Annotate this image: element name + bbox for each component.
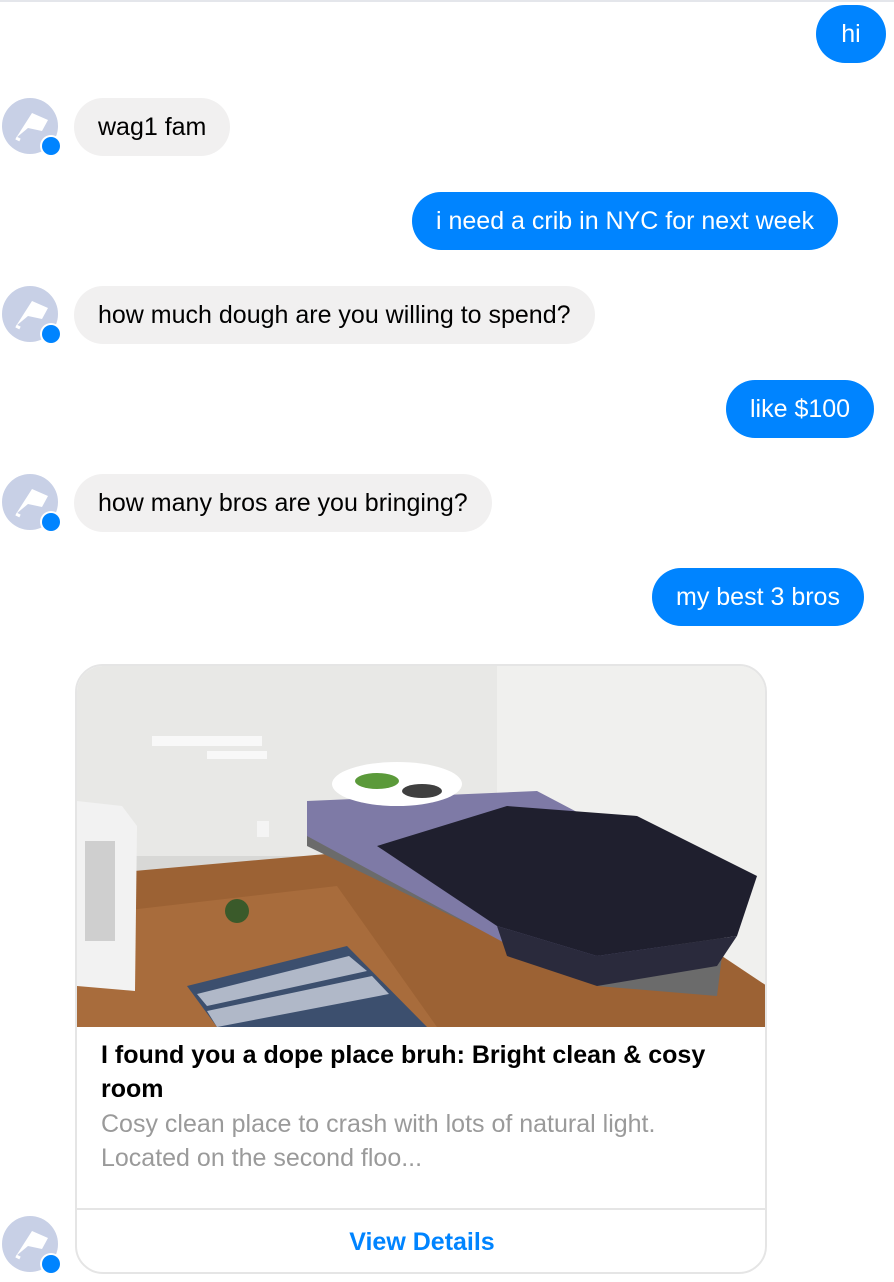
bot-avatar[interactable] xyxy=(2,474,62,533)
message-bubble-incoming[interactable]: wag1 fam xyxy=(74,98,231,156)
card-title: I found you a dope place bruh: Bright cl… xyxy=(101,1041,706,1103)
listing-card[interactable]: I found you a dope place bruh: Bright cl… xyxy=(75,664,767,1274)
messenger-badge-icon xyxy=(40,511,62,533)
messenger-badge-icon xyxy=(40,323,62,345)
message-bubble-outgoing[interactable]: like $100 xyxy=(726,380,875,438)
message-bubble-outgoing[interactable]: my best 3 bros xyxy=(652,568,864,626)
bot-avatar[interactable] xyxy=(2,286,62,345)
bedroom-photo[interactable] xyxy=(77,666,767,1027)
card-description: Cosy clean place to crash with lots of n… xyxy=(101,1110,656,1172)
message-bubble-outgoing[interactable]: i need a crib in NYC for next week xyxy=(412,192,838,250)
messenger-badge-icon xyxy=(40,135,62,157)
message-bubble-outgoing[interactable]: hi xyxy=(816,5,886,63)
message-bubble-incoming[interactable]: how much dough are you willing to spend? xyxy=(74,286,595,344)
view-details-button[interactable]: View Details xyxy=(77,1210,765,1272)
message-bubble-incoming[interactable]: how many bros are you bringing? xyxy=(74,474,492,532)
bot-avatar[interactable] xyxy=(2,98,62,157)
messenger-badge-icon xyxy=(40,1253,62,1275)
bot-avatar[interactable] xyxy=(2,1216,62,1275)
top-divider xyxy=(0,0,894,2)
